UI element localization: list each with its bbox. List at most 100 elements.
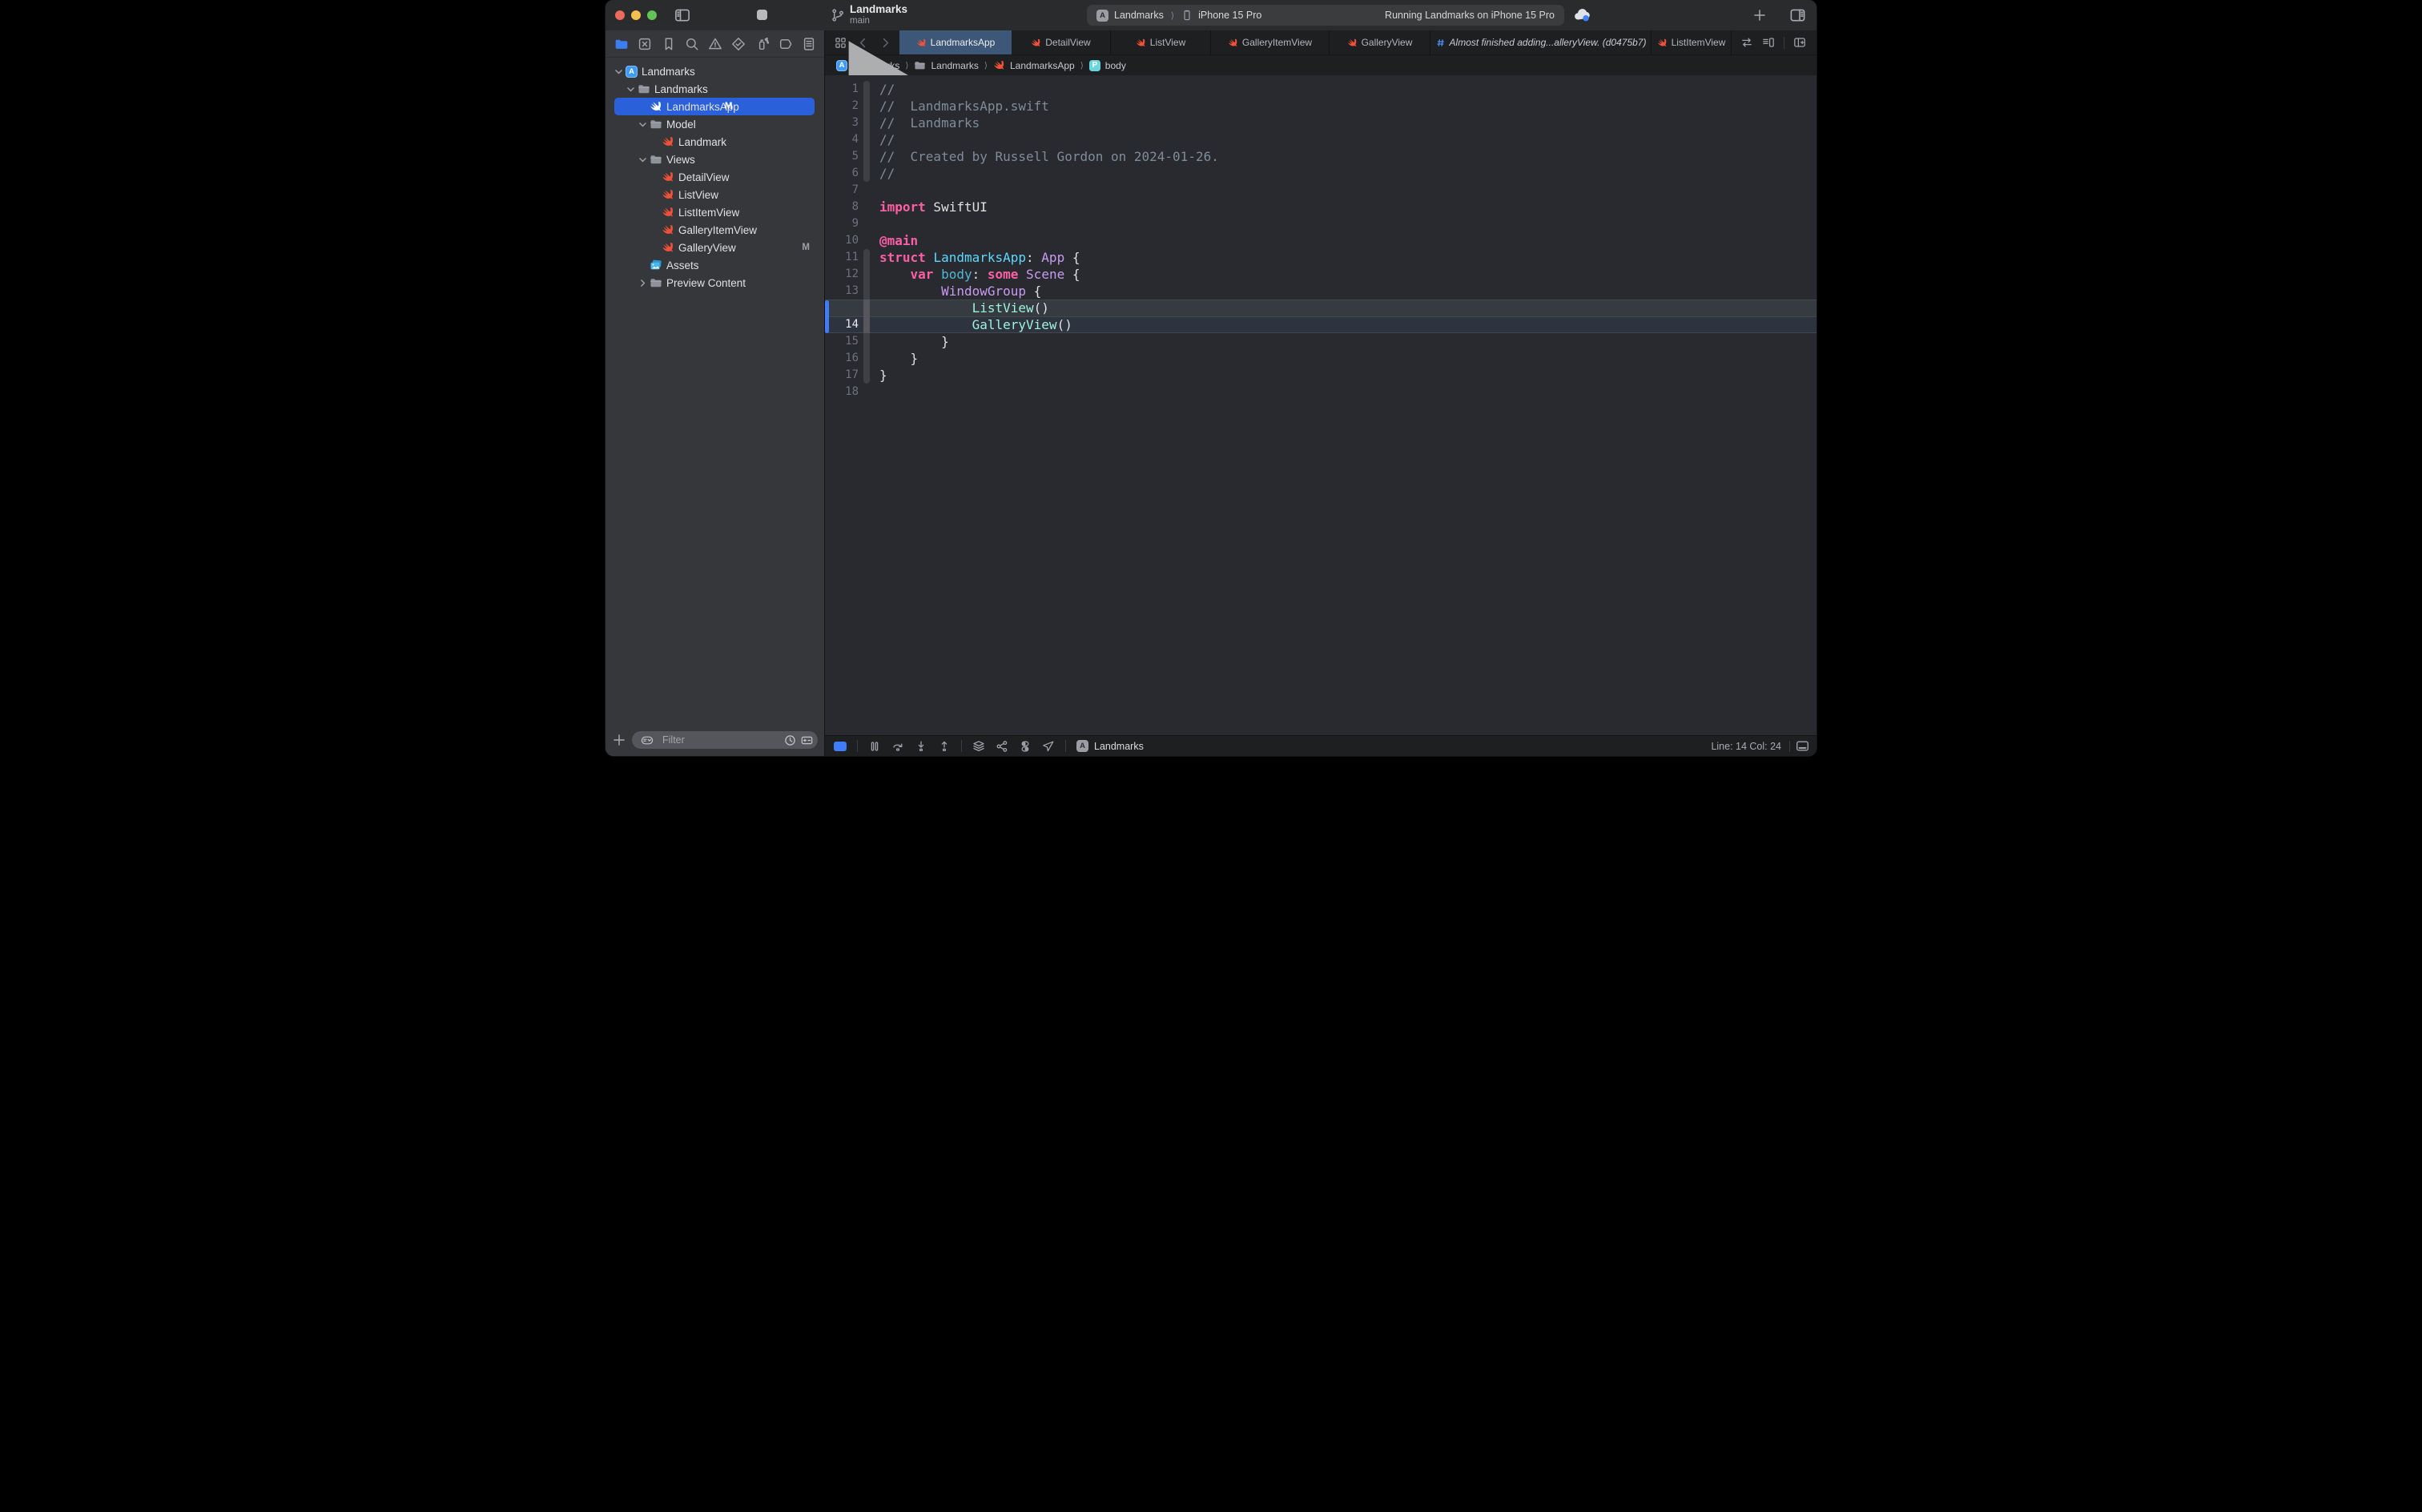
tree-item-views[interactable]: Views xyxy=(606,151,824,168)
filter-field[interactable]: Filter xyxy=(632,731,818,749)
scheme-destination[interactable]: A Landmarks ⟩ iPhone 15 Pro xyxy=(1096,9,1261,22)
navigator-tests-button[interactable] xyxy=(728,34,749,54)
line-number xyxy=(825,300,859,316)
tree-item-galleryview[interactable]: GalleryViewM xyxy=(606,239,824,256)
step-over-icon[interactable] xyxy=(891,740,904,753)
tab-galleryitemview[interactable]: GalleryItemView xyxy=(1211,30,1330,54)
hash-icon xyxy=(1435,38,1446,48)
code-line[interactable]: 2// LandmarksApp.swift xyxy=(825,98,1816,115)
line-number: 18 xyxy=(825,384,859,400)
step-out-icon[interactable] xyxy=(938,740,951,753)
code-line-highlighted[interactable]: ListView() xyxy=(825,300,1816,316)
code-line[interactable]: 1// xyxy=(825,81,1816,98)
navigator-issues-button[interactable] xyxy=(705,34,726,54)
code-line[interactable]: 7 xyxy=(825,182,1816,199)
code-line[interactable]: 8import SwiftUI xyxy=(825,199,1816,215)
navigator-project-button[interactable] xyxy=(611,34,632,54)
tree-item-listview[interactable]: ListView xyxy=(606,186,824,203)
code-line[interactable]: 15 } xyxy=(825,333,1816,350)
code-line[interactable]: 9 xyxy=(825,215,1816,232)
toggle-right-inspector-icon[interactable] xyxy=(1789,7,1806,23)
source-editor[interactable]: 1//2// LandmarksApp.swift3// Landmarks4/… xyxy=(825,75,1816,735)
code-line[interactable]: 3// Landmarks xyxy=(825,115,1816,131)
tree-item-landmarks[interactable]: ALandmarks xyxy=(606,62,824,80)
code-line[interactable]: 10@main xyxy=(825,232,1816,249)
editor-options-icon[interactable] xyxy=(1762,36,1775,49)
breadcrumb-item-body[interactable]: Pbody xyxy=(1089,60,1126,71)
fold-ribbon xyxy=(863,232,870,249)
disclosure-right-icon[interactable] xyxy=(638,278,648,288)
tree-item-label: DetailView xyxy=(678,171,730,183)
code-line[interactable]: 12 var body: some Scene { xyxy=(825,266,1816,283)
add-button-toolbar[interactable] xyxy=(1752,8,1767,22)
debug-area-toggle[interactable] xyxy=(834,742,847,751)
view-hierarchy-icon[interactable] xyxy=(972,740,985,753)
project-navigator-tree: ALandmarks Landmarks LandmarksAppM Model Lan… xyxy=(606,58,824,729)
pause-icon[interactable] xyxy=(868,740,881,753)
navigator-debug-gauge-button[interactable] xyxy=(752,34,773,54)
add-editor-icon[interactable] xyxy=(1793,36,1806,49)
tab-listview[interactable]: ListView xyxy=(1111,30,1211,54)
navigator-breakpoints-button[interactable] xyxy=(775,34,796,54)
code-text: struct LandmarksApp: App { xyxy=(879,249,1080,266)
code-text: @main xyxy=(879,232,918,249)
scheme-selector[interactable]: A Landmarks ⟩ iPhone 15 Pro Running Land… xyxy=(1087,5,1564,26)
code-line[interactable]: 11struct LandmarksApp: App { xyxy=(825,249,1816,266)
code-line[interactable]: 5// Created by Russell Gordon on 2024-01… xyxy=(825,148,1816,165)
disclosure-spacer xyxy=(650,190,660,200)
tab-label: Almost finished adding...alleryView. (d0… xyxy=(1450,37,1647,48)
cloud-activity-icon[interactable] xyxy=(1572,6,1591,24)
tree-item-landmarks[interactable]: Landmarks xyxy=(606,80,824,98)
tree-item-model[interactable]: Model xyxy=(606,115,824,133)
source-control-status-filter-icon[interactable] xyxy=(801,734,813,746)
code-line[interactable]: 18 xyxy=(825,384,1816,400)
toggle-left-sidebar-icon[interactable] xyxy=(674,7,691,23)
disclosure-down-icon[interactable] xyxy=(638,119,648,130)
step-into-icon[interactable] xyxy=(915,740,927,753)
tree-item-label: Landmark xyxy=(678,136,726,148)
filter-options-icon[interactable] xyxy=(637,734,658,746)
toggle-debug-area-icon[interactable] xyxy=(1796,739,1809,753)
disclosure-down-icon[interactable] xyxy=(626,84,636,94)
running-app-label: Landmarks xyxy=(1094,741,1144,752)
code-line[interactable]: 16 } xyxy=(825,350,1816,367)
location-icon[interactable] xyxy=(1042,740,1055,753)
fold-ribbon xyxy=(863,199,870,215)
zoom-window-button[interactable] xyxy=(647,10,657,20)
tree-item-assets[interactable]: Assets xyxy=(606,256,824,274)
tab-listitemview[interactable]: ListItemView xyxy=(1652,30,1732,54)
disclosure-down-icon[interactable] xyxy=(614,66,624,77)
navigator-source-control-button[interactable] xyxy=(634,34,655,54)
line-number: 13 xyxy=(825,283,859,300)
code-line[interactable]: 6// xyxy=(825,165,1816,182)
tree-item-detailview[interactable]: DetailView xyxy=(606,168,824,186)
tab-almost-finished-adding-alleryview-d0475b7[interactable]: Almost finished adding...alleryView. (d0… xyxy=(1430,30,1652,54)
memory-graph-icon[interactable] xyxy=(996,740,1008,753)
environment-overrides-icon[interactable] xyxy=(1019,740,1032,753)
tree-item-galleryitemview[interactable]: GalleryItemView xyxy=(606,221,824,239)
minimize-window-button[interactable] xyxy=(631,10,641,20)
tree-item-listitemview[interactable]: ListItemView xyxy=(606,203,824,221)
tree-item-label: Landmarks xyxy=(654,83,708,95)
tab-galleryview[interactable]: GalleryView xyxy=(1330,30,1430,54)
add-file-button[interactable] xyxy=(612,733,626,747)
running-app-indicator[interactable]: A Landmarks xyxy=(1076,740,1144,752)
recent-files-clock-icon[interactable] xyxy=(784,734,796,746)
code-review-icon[interactable] xyxy=(1740,36,1753,49)
tree-item-landmarksapp[interactable]: LandmarksAppM xyxy=(606,98,824,115)
code-line-highlighted[interactable]: 14 GalleryView() xyxy=(825,316,1816,333)
debugbar-divider xyxy=(961,740,962,752)
tree-item-landmark[interactable]: Landmark xyxy=(606,133,824,151)
code-line[interactable]: 4// xyxy=(825,131,1816,148)
disclosure-down-icon[interactable] xyxy=(638,155,648,165)
fold-ribbon xyxy=(863,350,870,367)
navigator-find-button[interactable] xyxy=(682,34,702,54)
code-line[interactable]: 13 WindowGroup { xyxy=(825,283,1816,300)
tree-item-preview-content[interactable]: Preview Content xyxy=(606,274,824,292)
navigator-bookmarks-button[interactable] xyxy=(658,34,679,54)
stop-button[interactable] xyxy=(757,10,767,20)
tree-item-label: Model xyxy=(666,119,696,131)
line-number: 17 xyxy=(825,367,859,384)
code-line[interactable]: 17} xyxy=(825,367,1816,384)
close-window-button[interactable] xyxy=(615,10,625,20)
